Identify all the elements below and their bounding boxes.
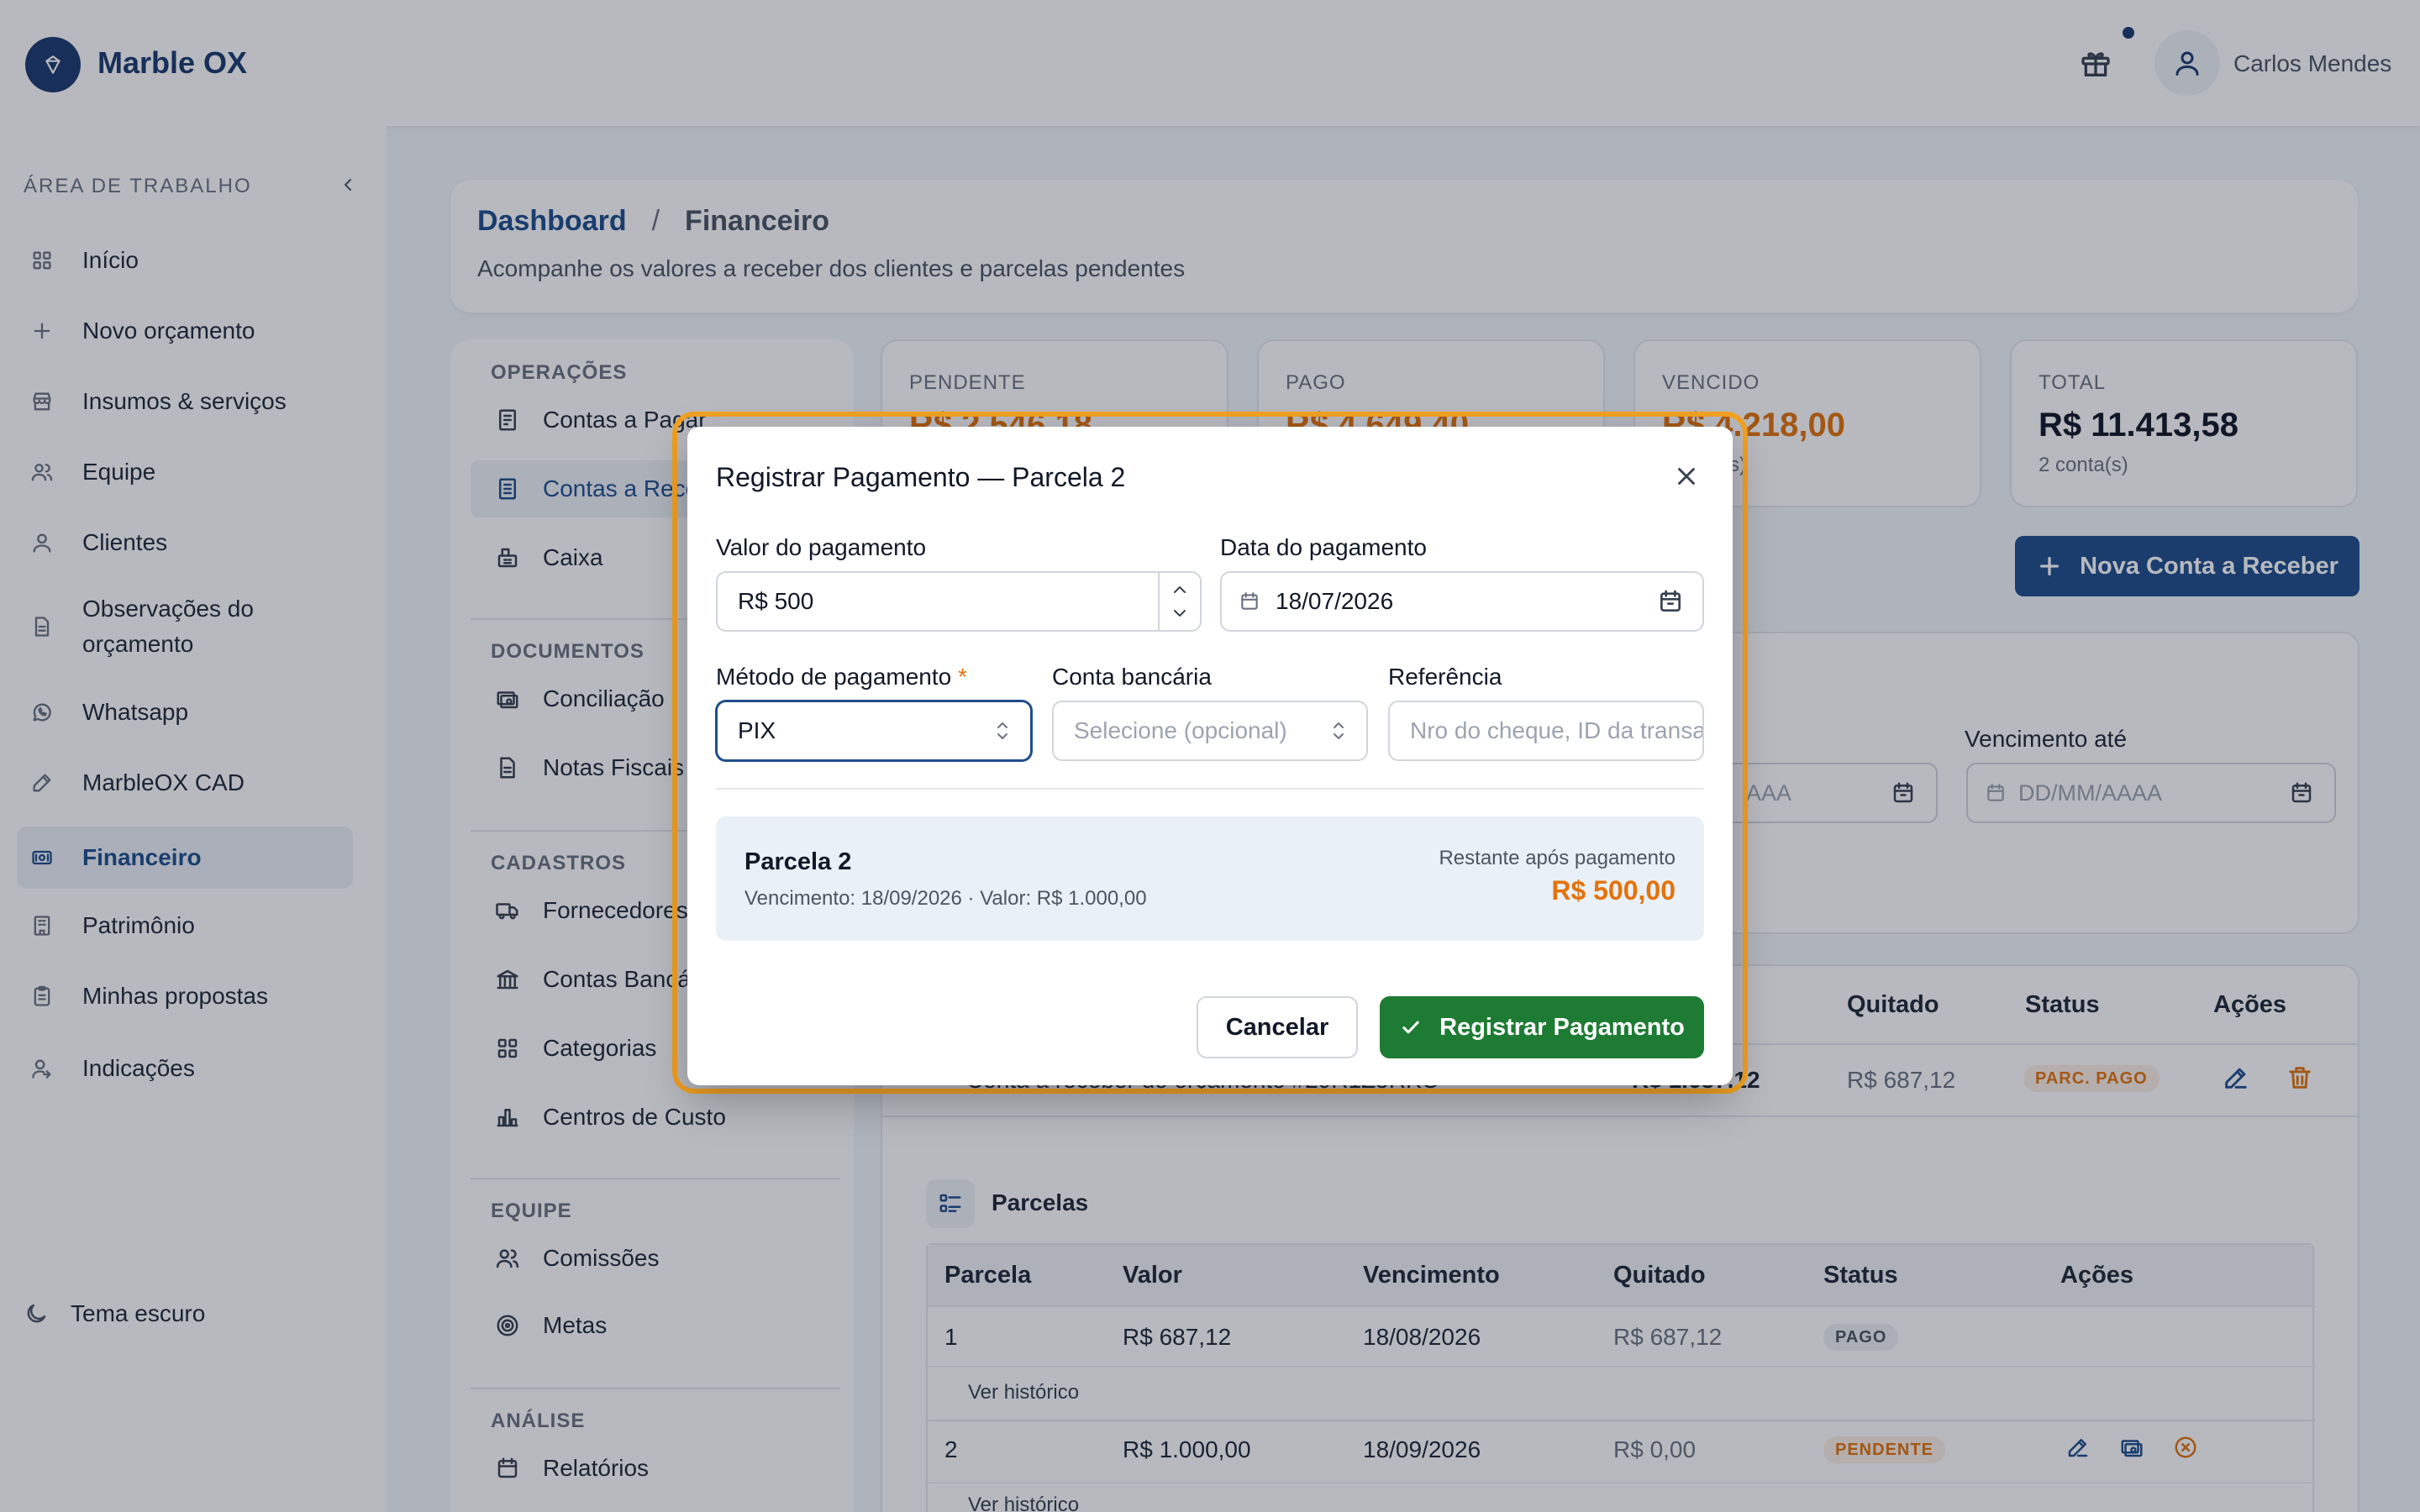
method-label: Método de pagamento * xyxy=(716,664,967,690)
select-chevrons-icon xyxy=(1329,718,1348,743)
required-mark: * xyxy=(958,664,967,690)
cancel-button[interactable]: Cancelar xyxy=(1197,996,1358,1058)
bank-account-placeholder: Selecione (opcional) xyxy=(1074,717,1287,743)
calendar-icon xyxy=(1239,591,1260,612)
remaining-value: R$ 500,00 xyxy=(1551,875,1676,906)
register-payment-label: Registrar Pagamento xyxy=(1439,1013,1685,1041)
amount-stepper[interactable] xyxy=(1158,573,1200,630)
reference-placeholder: Nro do cheque, ID da transação xyxy=(1410,717,1704,743)
chevron-down-icon[interactable] xyxy=(1171,607,1189,619)
modal-divider xyxy=(716,788,1704,790)
payment-method-select[interactable]: PIX xyxy=(716,701,1032,761)
calendar-picker-icon[interactable] xyxy=(1657,588,1684,615)
summary-details: Vencimento: 18/09/2026 · Valor: R$ 1.000… xyxy=(744,887,1147,910)
installment-summary: Parcela 2 Vencimento: 18/09/2026 · Valor… xyxy=(716,816,1704,941)
bank-account-select[interactable]: Selecione (opcional) xyxy=(1052,701,1368,761)
remaining-label: Restante após pagamento xyxy=(1439,847,1676,869)
amount-label: Valor do pagamento xyxy=(716,534,927,560)
close-icon[interactable] xyxy=(1672,462,1701,491)
summary-title: Parcela 2 xyxy=(744,848,852,875)
payment-date-value: 18/07/2026 xyxy=(1276,588,1394,614)
date-label: Data do pagamento xyxy=(1220,534,1427,560)
amount-input[interactable]: R$ 500 xyxy=(716,571,1202,632)
reference-input[interactable]: Nro do cheque, ID da transação xyxy=(1388,701,1704,761)
payment-method-value: PIX xyxy=(738,717,776,743)
select-chevrons-icon xyxy=(993,718,1012,743)
amount-value: R$ 500 xyxy=(738,588,814,614)
reference-label: Referência xyxy=(1388,664,1502,690)
modal-title: Registrar Pagamento — Parcela 2 xyxy=(716,462,1126,492)
payment-date-input[interactable]: 18/07/2026 xyxy=(1220,571,1704,632)
check-icon xyxy=(1399,1016,1423,1039)
bank-account-label: Conta bancária xyxy=(1052,664,1212,690)
chevron-up-icon[interactable] xyxy=(1171,584,1189,596)
method-label-text: Método de pagamento xyxy=(716,664,952,690)
register-payment-modal: Registrar Pagamento — Parcela 2 Valor do… xyxy=(687,427,1733,1085)
register-payment-button[interactable]: Registrar Pagamento xyxy=(1380,996,1704,1058)
